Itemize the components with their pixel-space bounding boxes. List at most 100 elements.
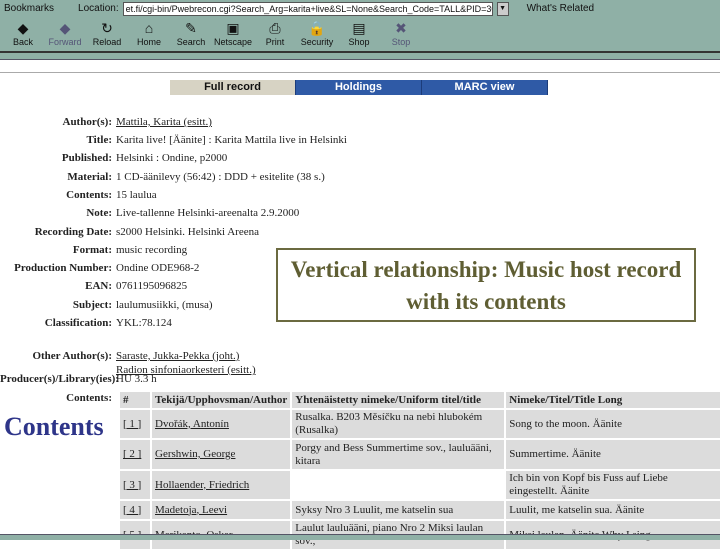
author-cell: Gershwin, George <box>152 440 291 469</box>
row-number-cell: [ 3 ] <box>120 471 150 499</box>
button-label: Home <box>136 37 161 47</box>
uniform-title-cell: Rusalka. B203 Měsíčku na nebi hlubokém (… <box>292 410 505 438</box>
row-number-link[interactable]: [ 2 ] <box>123 448 141 460</box>
title-long-cell: Luulit, me katselin sua. Äänite <box>506 501 720 519</box>
button-label: Search <box>176 37 206 47</box>
url-input[interactable]: et.fi/cgi-bin/Pwebrecon.cgi?Search_Arg=k… <box>122 1 493 16</box>
field-value: Helsinki : Ondine, p2000 <box>116 152 228 164</box>
reload-icon: ↻ <box>101 20 113 36</box>
field-label: Contents: <box>66 189 112 201</box>
print-button[interactable]: ⎙ Print <box>254 17 296 51</box>
record-field: Title: Karita live! [Äänite] : Karita Mat… <box>0 134 360 146</box>
navigation-toolbar: ◆ Back ◆ Forward ↻ Reload ⌂ Home ✎ Search ▣ Netscap… <box>0 17 720 51</box>
stop-button[interactable]: ✖ Stop <box>380 17 422 51</box>
field-value: music recording <box>116 244 188 256</box>
field-label: Published: <box>61 152 112 164</box>
field-value[interactable]: Mattila, Karita (esitt.) <box>116 116 212 128</box>
row-number-cell: [ 2 ] <box>120 440 150 469</box>
field-value: 15 laulua <box>116 189 157 201</box>
uniform-title-cell: Syksy Nro 3 Luulit, me katselin sua <box>292 501 505 519</box>
status-bar <box>0 534 720 540</box>
author-cell: Madetoja, Leevi <box>152 501 291 519</box>
author-link[interactable]: Hollaender, Friedrich <box>155 479 249 491</box>
button-label: Reload <box>92 37 122 47</box>
field-label: Other Author(s): <box>32 350 112 362</box>
location-label: Location: <box>78 3 119 14</box>
annotation-box: Vertical relationship: Music host record… <box>276 248 696 322</box>
record-field: Published: Helsinki : Ondine, p2000 <box>0 152 360 164</box>
button-label: Security <box>300 37 334 47</box>
back-icon: ◆ <box>17 20 29 36</box>
button-label: Stop <box>391 37 411 47</box>
forward-icon: ◆ <box>59 20 71 36</box>
title-long-cell: Song to the moon. Äänite <box>506 410 720 438</box>
back-button[interactable]: ◆ Back <box>2 17 44 51</box>
button-label: Netscape <box>213 37 253 47</box>
button-label: Back <box>12 37 33 47</box>
col-title-long: Nimeke/Titel/Title Long <box>506 392 720 408</box>
search-button[interactable]: ✎ Search <box>170 17 212 51</box>
record-tabs: Full record Holdings MARC view <box>170 80 548 95</box>
record-field: Note: Live-tallenne Helsinki-areenalta 2.… <box>0 207 360 219</box>
table-row: [ 3 ] Hollaender, Friedrich Ich bin von … <box>120 471 720 499</box>
uniform-title-cell: Porgy and Bess Summertime sov., lauluään… <box>292 440 505 469</box>
button-label: Shop <box>348 37 370 47</box>
stop-icon: ✖ <box>395 20 407 36</box>
home-button[interactable]: ⌂ Home <box>128 17 170 51</box>
field-value: YKL:78.124 <box>116 317 172 329</box>
tab-holdings[interactable]: Holdings <box>296 80 422 95</box>
table-row: [ 2 ] Gershwin, George Porgy and Bess Su… <box>120 440 720 469</box>
location-bar: Bookmarks Location: et.fi/cgi-bin/Pwebre… <box>0 0 720 17</box>
field-label: EAN: <box>85 280 112 292</box>
button-label: Print <box>265 37 285 47</box>
uniform-title-cell <box>292 471 505 499</box>
button-label: Forward <box>48 37 82 47</box>
toolbar-separator <box>0 51 720 60</box>
forward-button[interactable]: ◆ Forward <box>44 17 86 51</box>
field-value: Ondine ODE968-2 <box>116 262 200 274</box>
bookmarks-button[interactable]: Bookmarks <box>4 3 54 14</box>
print-icon: ⎙ <box>269 20 281 36</box>
field-label: Author(s): <box>62 116 113 128</box>
field-label: Producer(s)/Library(ies): <box>0 373 119 385</box>
contents-annotation: Contents <box>4 412 104 441</box>
field-value: Karita live! [Äänite] : Karita Mattila l… <box>116 134 347 146</box>
record-field: Other Author(s): Saraste, Jukka-Pekka (jo… <box>0 350 360 362</box>
row-number-link[interactable]: [ 1 ] <box>123 418 141 430</box>
record-field: Producer(s)/Library(ies): HU 3.3 h <box>0 373 360 385</box>
netscape-icon: ▣ <box>226 20 240 36</box>
col-uniform-title: Yhtenäistetty nimeke/Uniform titel/title <box>292 392 505 408</box>
record-field: Author(s): Mattila, Karita (esitt.) <box>0 116 360 128</box>
field-label: Material: <box>67 171 112 183</box>
col-author: Tekijä/Upphovsman/Author <box>152 392 291 408</box>
row-number-link[interactable]: [ 3 ] <box>123 479 141 491</box>
tab-full-record[interactable]: Full record <box>170 80 296 95</box>
field-label: Contents: <box>66 392 112 404</box>
field-label: Subject: <box>72 299 112 311</box>
author-link[interactable]: Madetoja, Leevi <box>155 504 227 516</box>
field-label: Classification: <box>44 317 112 329</box>
reload-button[interactable]: ↻ Reload <box>86 17 128 51</box>
shop-button[interactable]: ▤ Shop <box>338 17 380 51</box>
whats-related-button[interactable]: What's Related <box>527 3 595 14</box>
record-field: Contents: 15 laulua <box>0 189 360 201</box>
field-label: Title: <box>86 134 112 146</box>
shop-icon: ▤ <box>352 20 366 36</box>
field-label: Note: <box>86 207 112 219</box>
author-link[interactable]: Gershwin, George <box>155 448 235 460</box>
field-label: Recording Date: <box>34 226 112 238</box>
table-row: [ 4 ] Madetoja, Leevi Syksy Nro 3 Luulit… <box>120 501 720 519</box>
row-number-cell: [ 1 ] <box>120 410 150 438</box>
home-icon: ⌂ <box>144 20 154 36</box>
security-button[interactable]: 🔒 Security <box>296 17 338 51</box>
url-dropdown-chevron-icon[interactable]: ▼ <box>496 1 509 16</box>
field-value[interactable]: Saraste, Jukka-Pekka (joht.) <box>116 350 239 362</box>
tab-marc-view[interactable]: MARC view <box>422 80 548 95</box>
divider <box>0 72 720 73</box>
record-field: Material: 1 CD-äänilevy (56:42) : DDD + e… <box>0 171 360 183</box>
netscape-button[interactable]: ▣ Netscape <box>212 17 254 51</box>
author-link[interactable]: Dvořák, Antonín <box>155 418 229 430</box>
record-field: Recording Date: s2000 Helsinki. Helsinki … <box>0 226 360 238</box>
row-number-link[interactable]: [ 4 ] <box>123 504 141 516</box>
field-value: s2000 Helsinki. Helsinki Areena <box>116 226 259 238</box>
